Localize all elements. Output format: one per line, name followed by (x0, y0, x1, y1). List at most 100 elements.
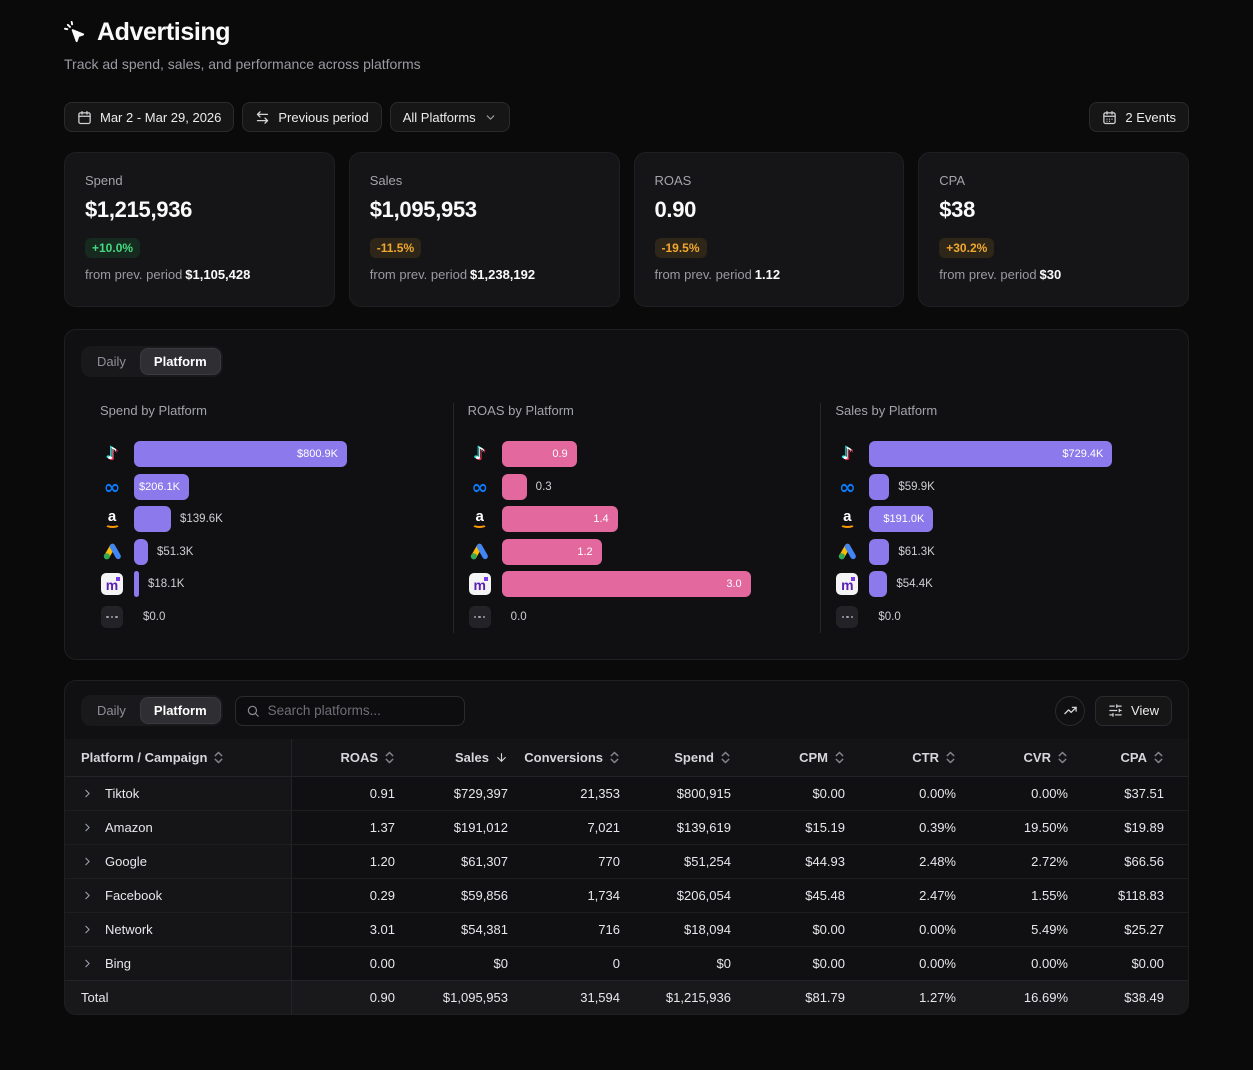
trend-chart-button[interactable] (1055, 696, 1085, 726)
bar-meta[interactable]: $206.1K (134, 474, 189, 500)
kpi-cards: Spend $1,215,936 +10.0% from prev. perio… (64, 152, 1189, 307)
table-row-network[interactable]: Network 3.01$54,381716$18,094$0.000.00%5… (65, 912, 1189, 946)
kpi-label: Sales (370, 173, 599, 188)
sort-toggle[interactable]: Sales (455, 750, 508, 765)
platform-name: Network (105, 922, 153, 937)
sort-toggle[interactable]: Conversions (524, 750, 620, 765)
metric-cell: 5.49% (958, 912, 1070, 946)
table-row-google[interactable]: Google 1.20$61,307770$51,254$44.932.48%2… (65, 844, 1189, 878)
bar-google[interactable] (134, 539, 148, 565)
events-button[interactable]: 2 Events (1089, 102, 1189, 132)
table-tab-platform[interactable]: Platform (141, 698, 220, 723)
trending-up-icon (1063, 703, 1078, 718)
bar-track: 3.0 (502, 571, 809, 597)
microsoft-ads-icon: m (836, 573, 858, 595)
bar-value-label: $139.6K (180, 513, 223, 525)
platform-filter-select[interactable]: All Platforms (390, 102, 510, 132)
bar-amazon[interactable]: $191.0K (869, 506, 933, 532)
bar-track: 0.3 (502, 474, 809, 500)
metric-cell: 0.00% (958, 776, 1070, 810)
chevron-right-icon (81, 923, 94, 936)
charts-panel: DailyPlatform Spend by Platform ♪ $800.9… (64, 329, 1189, 660)
charts-tab-platform[interactable]: Platform (141, 349, 220, 374)
bar-amazon[interactable]: 1.4 (502, 506, 618, 532)
metric-cell: 3.01 (291, 912, 397, 946)
total-metric-cell: 1.27% (847, 980, 958, 1014)
metric-cell: $15.19 (733, 810, 847, 844)
charts-row: Spend by Platform ♪ $800.9K ∞ $206.1K a … (65, 403, 1188, 633)
sort-toggle[interactable]: CTR (912, 750, 956, 765)
metric-cell: $206,054 (622, 878, 733, 912)
bar-google[interactable] (869, 539, 889, 565)
bar-microsoft[interactable]: 3.0 (502, 571, 751, 597)
bar-tiktok[interactable]: 0.9 (502, 441, 577, 467)
metric-cell: 0.29 (291, 878, 397, 912)
bar-microsoft[interactable] (134, 571, 139, 597)
metric-cell: $0 (397, 946, 510, 980)
chart-spend-by-platform: Spend by Platform ♪ $800.9K ∞ $206.1K a … (65, 403, 453, 633)
kpi-label: ROAS (655, 173, 884, 188)
platforms-table: Platform / Campaign ROAS Sales Conversio… (65, 739, 1189, 1014)
sort-toggle[interactable]: Spend (674, 750, 731, 765)
bar-track: $729.4K (869, 441, 1176, 467)
page-header: Advertising (64, 18, 1189, 47)
table-row-amazon[interactable]: Amazon 1.37$191,0127,021$139,619$15.190.… (65, 810, 1189, 844)
chart-row-meta: ∞ $206.1K (100, 471, 441, 504)
bar-google[interactable]: 1.2 (502, 539, 602, 565)
bar-microsoft[interactable] (869, 571, 887, 597)
chart-row-meta: ∞ 0.3 (468, 471, 809, 504)
sort-toggle[interactable]: CPM (799, 750, 845, 765)
metric-cell: 0.00 (291, 946, 397, 980)
meta-icon: ∞ (839, 476, 856, 498)
kpi-label: Spend (85, 173, 314, 188)
platform-filter-label: All Platforms (403, 110, 476, 125)
advertising-dashboard: Advertising Track ad spend, sales, and p… (0, 0, 1253, 1070)
sort-toggle[interactable]: Platform / Campaign (81, 750, 224, 765)
kpi-value: 0.90 (655, 197, 884, 223)
chart-title: ROAS by Platform (468, 403, 809, 418)
meta-icon: ∞ (104, 476, 121, 498)
metric-cell: $0 (622, 946, 733, 980)
metric-cell: $44.93 (733, 844, 847, 878)
bar-track: $61.3K (869, 539, 1176, 565)
total-metric-cell: 16.69% (958, 980, 1070, 1014)
metric-cell: 0.00% (847, 776, 958, 810)
previous-period-button[interactable]: Previous period (242, 102, 381, 132)
search-input[interactable] (268, 703, 454, 718)
google-ads-icon (837, 541, 858, 562)
bar-meta[interactable] (869, 474, 889, 500)
bar-value-label: $206.1K (139, 481, 180, 493)
kpi-prev-period: from prev. period$1,105,428 (85, 267, 314, 282)
bar-tiktok[interactable]: $729.4K (869, 441, 1112, 467)
metric-cell: $54,381 (397, 912, 510, 946)
bar-value-label: 0.3 (536, 481, 552, 493)
kpi-change-badge: -19.5% (655, 238, 707, 258)
bar-value-label: $61.3K (898, 546, 934, 558)
table-row-tiktok[interactable]: Tiktok 0.91$729,39721,353$800,915$0.000.… (65, 776, 1189, 810)
bar-track: 1.2 (502, 539, 809, 565)
sort-icon (834, 751, 845, 764)
view-button[interactable]: View (1095, 696, 1172, 726)
sort-toggle[interactable]: CVR (1024, 750, 1068, 765)
chart-title: Spend by Platform (100, 403, 441, 418)
sort-toggle[interactable]: ROAS (340, 750, 395, 765)
table-row-facebook[interactable]: Facebook 0.29$59,8561,734$206,054$45.482… (65, 878, 1189, 912)
bar-tiktok[interactable]: $800.9K (134, 441, 347, 467)
kpi-change-badge: +30.2% (939, 238, 994, 258)
date-range-button[interactable]: Mar 2 - Mar 29, 2026 (64, 102, 234, 132)
chart-row-microsoft: m $54.4K (835, 568, 1176, 601)
metric-cell: $118.83 (1070, 878, 1189, 912)
charts-view-toggle: DailyPlatform (81, 346, 223, 377)
charts-tab-daily[interactable]: Daily (84, 349, 139, 374)
bar-meta[interactable] (502, 474, 527, 500)
table-row-bing[interactable]: Bing 0.00$00$0$0.000.00%0.00%$0.00 (65, 946, 1189, 980)
metric-cell: 770 (510, 844, 622, 878)
total-metric-cell: 31,594 (510, 980, 622, 1014)
table-controls: DailyPlatform View (65, 695, 1188, 726)
metric-cell: 21,353 (510, 776, 622, 810)
bar-amazon[interactable] (134, 506, 171, 532)
sort-toggle[interactable]: CPA (1121, 750, 1164, 765)
table-tab-daily[interactable]: Daily (84, 698, 139, 723)
metric-cell: $37.51 (1070, 776, 1189, 810)
sort-icon (1153, 751, 1164, 764)
